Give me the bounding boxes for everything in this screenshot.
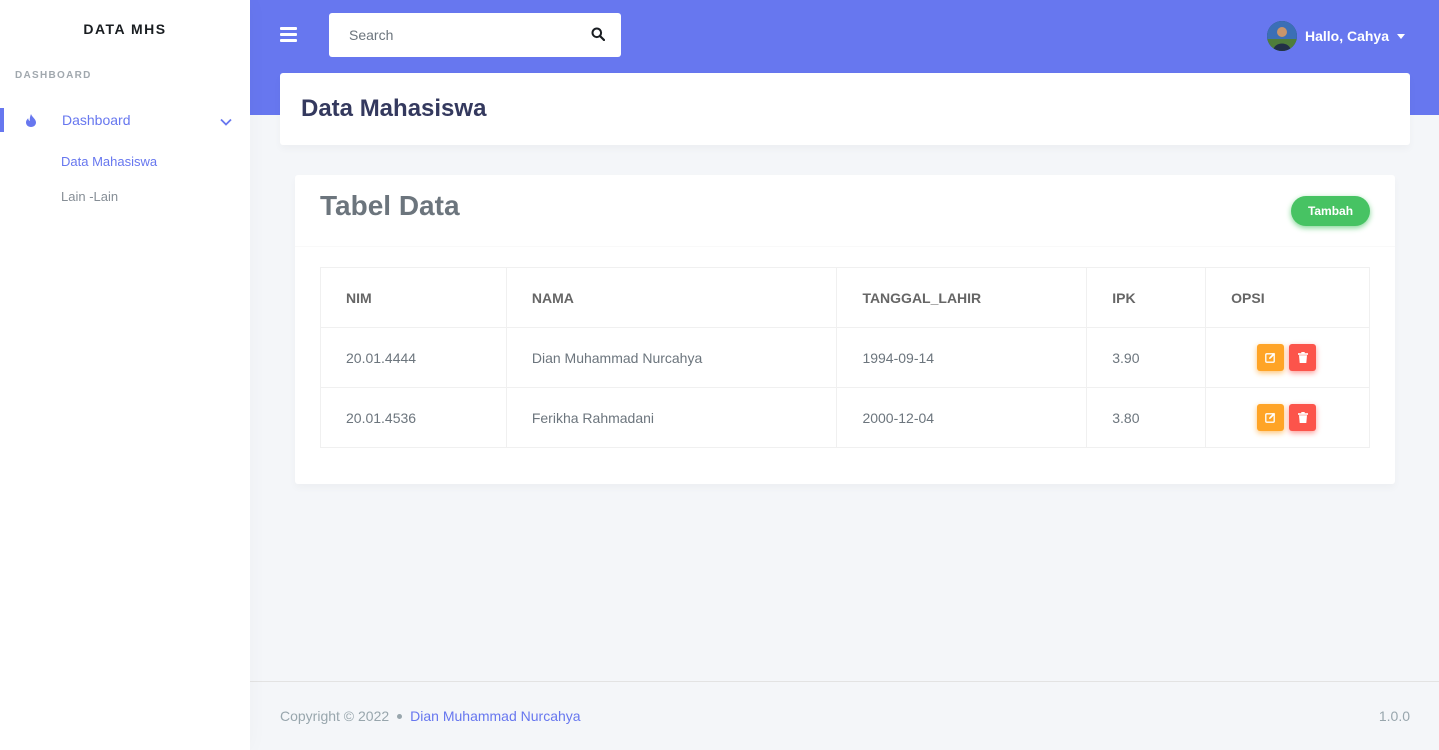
cell-tanggal-lahir: 2000-12-04 <box>836 387 1088 448</box>
footer: Copyright © 2022 Dian Muhammad Nurcahya 1… <box>250 681 1439 750</box>
sidebar-item-dashboard[interactable]: Dashboard <box>0 96 250 144</box>
active-indicator <box>0 108 4 132</box>
delete-button[interactable] <box>1289 404 1317 431</box>
edit-icon <box>1265 412 1276 423</box>
table-header-row: NIM NAMA TANGGAL_LAHIR IPK OPSI <box>320 267 1370 328</box>
menu-header: DASHBOARD <box>15 70 92 81</box>
chevron-down-icon <box>220 113 232 131</box>
section-header: Data Mahasiswa <box>280 73 1410 145</box>
sidebar-item-label: Dashboard <box>62 112 131 128</box>
author-link[interactable]: Dian Muhammad Nurcahya <box>410 708 580 724</box>
sidebar-item-lain-lain[interactable]: Lain -Lain <box>0 179 250 214</box>
hamburger-icon[interactable] <box>280 27 297 42</box>
sidebar-brand[interactable]: DATA MHS <box>0 0 250 60</box>
footer-left: Copyright © 2022 Dian Muhammad Nurcahya <box>280 708 581 724</box>
cell-nama: Dian Muhammad Nurcahya <box>505 327 838 388</box>
edit-icon <box>1265 352 1276 363</box>
cell-nim: 20.01.4536 <box>320 387 507 448</box>
page-title: Data Mahasiswa <box>301 95 487 122</box>
dashboard-submenu: Data Mahasiswa Lain -Lain <box>0 144 250 214</box>
column-header-tanggal-lahir: TANGGAL_LAHIR <box>836 267 1088 328</box>
fire-icon <box>24 113 38 127</box>
cell-opsi <box>1205 387 1370 448</box>
cell-nim: 20.01.4444 <box>320 327 507 388</box>
app-version: 1.0.0 <box>1378 708 1410 724</box>
column-header-ipk: IPK <box>1086 267 1207 328</box>
trash-icon <box>1297 352 1308 363</box>
sidebar-item-data-mahasiswa[interactable]: Data Mahasiswa <box>0 144 250 179</box>
user-greeting: Hallo, Cahya <box>1304 28 1389 44</box>
copyright-text: Copyright © 2022 <box>280 708 390 724</box>
search-input[interactable] <box>329 13 569 57</box>
card-header: Tabel Data Tambah <box>295 175 1395 247</box>
add-button[interactable]: Tambah <box>1291 196 1370 226</box>
edit-button[interactable] <box>1257 404 1285 431</box>
cell-ipk: 3.90 <box>1086 327 1207 388</box>
column-header-opsi: OPSI <box>1205 267 1370 328</box>
data-card: Tabel Data Tambah NIM NAMA TANGGAL_LAHIR… <box>295 175 1395 484</box>
user-dropdown[interactable]: Hallo, Cahya <box>1266 20 1405 52</box>
search-icon[interactable] <box>591 27 607 43</box>
table-row: 20.01.4536 Ferikha Rahmadani 2000-12-04 … <box>320 387 1370 448</box>
data-table: NIM NAMA TANGGAL_LAHIR IPK OPSI 20.01.44… <box>320 267 1370 448</box>
avatar <box>1266 21 1297 51</box>
cell-nama: Ferikha Rahmadani <box>505 387 838 448</box>
bullet-separator <box>397 713 403 719</box>
edit-button[interactable] <box>1257 344 1285 371</box>
search-form <box>329 13 621 57</box>
cell-tanggal-lahir: 1994-09-14 <box>836 327 1088 388</box>
trash-icon <box>1297 412 1308 423</box>
column-header-nim: NIM <box>320 267 507 328</box>
card-title: Tabel Data <box>320 190 460 221</box>
cell-opsi <box>1205 327 1370 388</box>
delete-button[interactable] <box>1289 344 1317 371</box>
sidebar: DATA MHS DASHBOARD Dashboard Data Mahasi… <box>0 0 250 750</box>
cell-ipk: 3.80 <box>1086 387 1207 448</box>
column-header-nama: NAMA <box>505 267 838 328</box>
caret-down-icon <box>1397 33 1405 39</box>
table-row: 20.01.4444 Dian Muhammad Nurcahya 1994-0… <box>320 327 1370 388</box>
